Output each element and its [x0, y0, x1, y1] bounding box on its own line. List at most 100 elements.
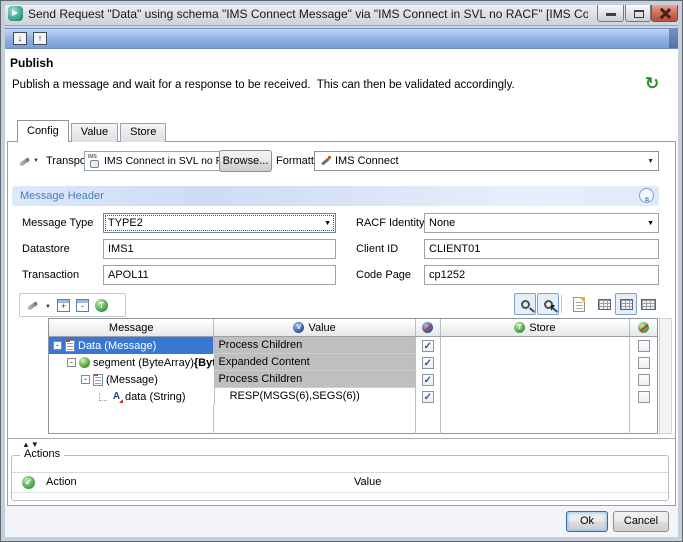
- store-checkbox[interactable]: [637, 373, 650, 386]
- tab-bar: Config Value Store: [17, 120, 168, 142]
- datastore-label: Datastore: [22, 243, 70, 255]
- racf-identity-select[interactable]: None ▼: [424, 213, 659, 233]
- tree-node-data-message[interactable]: - Data (Message): [49, 337, 215, 354]
- page-description: Publish a message and wait for a respons…: [12, 79, 515, 91]
- grid-view-3-button[interactable]: [637, 293, 659, 315]
- formatter-select[interactable]: IMS Connect ▼: [314, 151, 659, 171]
- store-cell[interactable]: [441, 388, 631, 405]
- tree-elbow-icon: [99, 392, 107, 401]
- formatter-value: IMS Connect: [335, 155, 399, 167]
- column-header-message[interactable]: Message: [49, 319, 215, 337]
- value-cell[interactable]: RESP(MSGS(6),SEGS(6)): [214, 388, 416, 405]
- value-cell[interactable]: Process Children: [214, 371, 416, 388]
- message-type-value: TYPE2: [108, 216, 143, 229]
- collapse-node-icon[interactable]: -: [67, 358, 76, 367]
- validate-checkbox[interactable]: ✓: [421, 390, 434, 403]
- value-cell[interactable]: Expanded Content: [214, 354, 416, 371]
- cursor-icon: [551, 305, 555, 311]
- collapse-all-icon[interactable]: -: [75, 298, 89, 312]
- tree-node-inner-message[interactable]: - (Message): [49, 371, 215, 388]
- grid-view-2-button[interactable]: [615, 293, 637, 315]
- bytearray-node-icon: [79, 357, 90, 368]
- string-node-icon: A: [112, 390, 123, 403]
- message-type-select[interactable]: TYPE2 ▼: [103, 213, 336, 233]
- collapse-section-button[interactable]: «: [639, 188, 654, 203]
- message-header-section: Message Header «: [12, 186, 659, 206]
- collapse-node-icon[interactable]: -: [81, 375, 90, 384]
- filler-cell: [630, 405, 657, 434]
- transaction-label: Transaction: [22, 269, 80, 281]
- transport-field[interactable]: IMS IMS Connect in SVL no RACF: [84, 151, 221, 171]
- validate-cell: ✓: [416, 354, 441, 371]
- minimize-button[interactable]: [597, 3, 624, 22]
- refresh-icon[interactable]: ↻: [645, 74, 659, 94]
- transport-menu-caret-icon[interactable]: ▼: [33, 158, 39, 164]
- tab-value[interactable]: Value: [70, 123, 119, 142]
- transaction-input[interactable]: APOL11: [103, 265, 336, 285]
- section-title: Message Header: [20, 190, 104, 202]
- splitter-bar: ▲▼: [8, 438, 675, 451]
- client-id-input[interactable]: CLIENT01: [424, 239, 659, 259]
- document-view-button[interactable]: [568, 293, 590, 315]
- store-checkbox[interactable]: [637, 339, 650, 352]
- browse-button[interactable]: Browse...: [219, 150, 272, 172]
- ok-button[interactable]: Ok: [566, 511, 608, 532]
- store-cell[interactable]: [441, 354, 631, 371]
- column-header-value[interactable]: V Value: [214, 319, 416, 337]
- edit-field-icon[interactable]: [25, 298, 39, 312]
- store-checkbox[interactable]: [637, 390, 650, 403]
- message-node-icon: [65, 339, 75, 352]
- racf-identity-value: None: [429, 216, 456, 229]
- store-cell[interactable]: [441, 371, 631, 388]
- document-icon: [573, 296, 585, 312]
- tag-icon[interactable]: T: [94, 298, 108, 312]
- store-enabled-cell: [630, 371, 657, 388]
- tab-store[interactable]: Store: [120, 123, 167, 142]
- zoom-view-button[interactable]: [514, 293, 536, 315]
- table-row: A data (String) RESP(MSGS(6),SEGS(6)) ✓: [49, 388, 657, 405]
- code-page-input[interactable]: cp1252: [424, 265, 659, 285]
- formatter-icon: [319, 155, 331, 167]
- edit-transport-icon[interactable]: [17, 154, 31, 168]
- export-icon[interactable]: ↑: [33, 32, 47, 45]
- filler-cell: [49, 405, 215, 434]
- cancel-button[interactable]: Cancel: [613, 511, 669, 532]
- validate-checkbox[interactable]: ✓: [421, 373, 434, 386]
- store-cell[interactable]: [441, 337, 631, 354]
- toolbar-end-cap: [669, 29, 678, 48]
- code-page-label: Code Page: [356, 269, 412, 281]
- app-icon: [8, 6, 23, 21]
- maximize-icon: [634, 10, 644, 18]
- datastore-input[interactable]: IMS1: [103, 239, 336, 259]
- maximize-button[interactable]: [625, 3, 651, 22]
- tree-node-segment[interactable]: - segment (ByteArray) {Bytes}: [49, 354, 215, 371]
- grid-icon: [619, 298, 633, 310]
- message-type-label: Message Type: [22, 217, 94, 229]
- close-button[interactable]: [651, 3, 678, 22]
- tab-config[interactable]: Config: [17, 120, 69, 142]
- validate-checkbox[interactable]: ✓: [421, 356, 434, 369]
- tree-node-data-string[interactable]: A data (String): [49, 388, 215, 405]
- transport-value: IMS Connect in SVL no RACF: [104, 155, 220, 167]
- store-checkbox[interactable]: [637, 356, 650, 369]
- edit-menu-caret-icon[interactable]: ▼: [45, 304, 51, 310]
- import-icon[interactable]: ↓: [13, 32, 27, 45]
- actions-column-value: Value: [354, 476, 382, 488]
- chevron-up-icon: «: [641, 196, 652, 203]
- value-cell[interactable]: Process Children: [214, 337, 416, 354]
- ims-transport-icon: IMS: [88, 154, 101, 168]
- column-header-store-enabled[interactable]: [630, 319, 657, 337]
- vertical-scrollbar[interactable]: [659, 318, 672, 434]
- validate-checkbox[interactable]: ✓: [421, 339, 434, 352]
- grid-view-1-button[interactable]: [593, 293, 615, 315]
- expand-all-icon[interactable]: +: [56, 298, 70, 312]
- column-header-store[interactable]: T Store: [440, 319, 631, 337]
- zoom-select-button[interactable]: [537, 293, 559, 315]
- store-icon: T: [514, 322, 526, 333]
- tree-node-label: (Message): [106, 373, 158, 386]
- store-enabled-cell: [630, 388, 657, 405]
- column-header-validate[interactable]: [415, 319, 441, 337]
- config-panel: ▼ Transport IMS IMS Connect in SVL no RA…: [7, 141, 676, 506]
- collapse-node-icon[interactable]: -: [53, 341, 62, 350]
- titlebar: Send Request "Data" using schema "IMS Co…: [1, 1, 682, 26]
